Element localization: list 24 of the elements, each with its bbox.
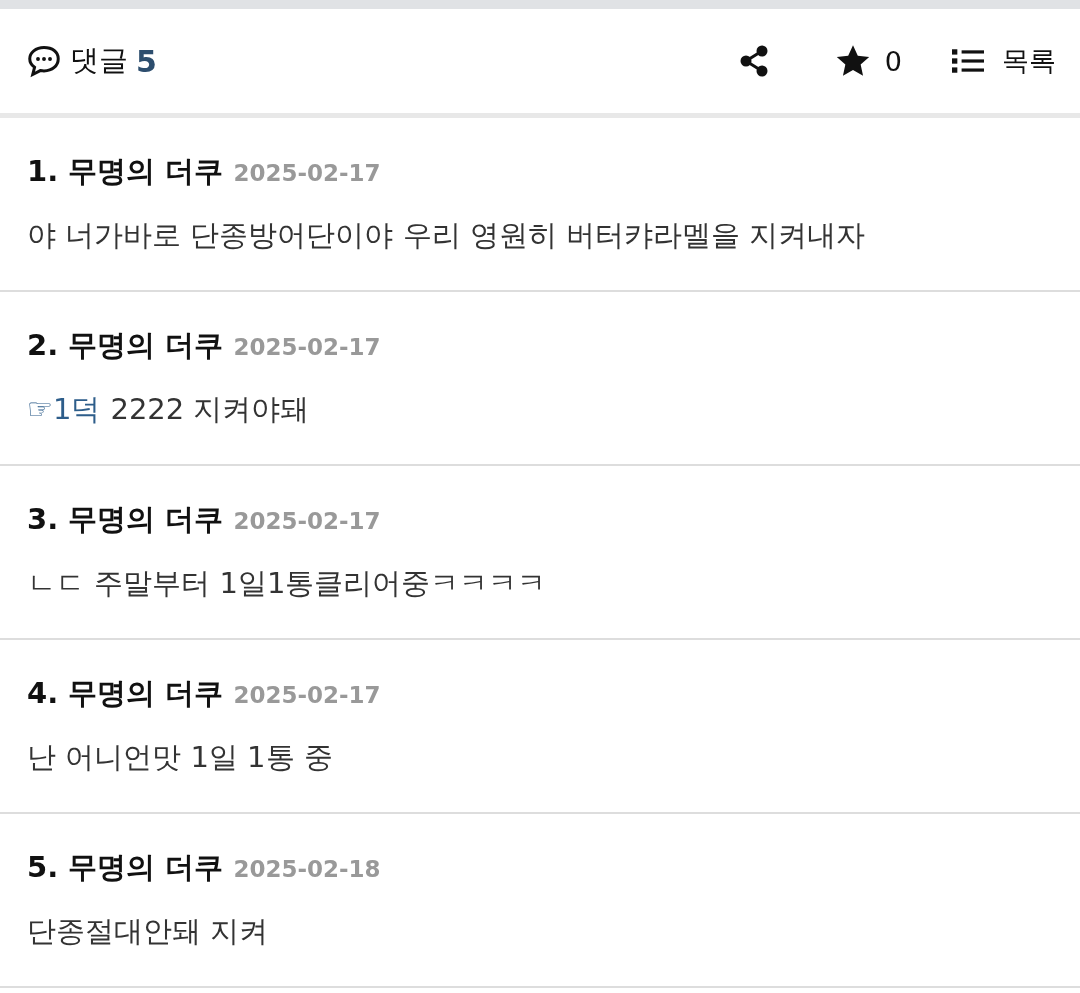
star-button[interactable]: 0 [834,43,902,79]
comment-date: 2025-02-17 [233,682,381,708]
comments-label: 댓글 [70,42,128,79]
star-icon [834,43,871,79]
comment-text: 단종절대안돼 지켜 [27,914,269,948]
list-button[interactable]: 목록 [952,43,1056,79]
comment-date: 2025-02-17 [233,334,381,360]
comment-text: 난 어니언맛 1일 1통 중 [27,740,333,774]
comment-text: ㄴㄷ 주말부터 1일1통클리어중ㅋㅋㅋㅋ [27,566,547,600]
comment-author: 3. 무명의 더쿠 [27,501,224,538]
comment-author: 1. 무명의 더쿠 [27,153,224,190]
comment-icon [26,43,62,79]
comment-author: 2. 무명의 더쿠 [27,327,224,364]
comment-author: 4. 무명의 더쿠 [27,675,224,712]
comment-date: 2025-02-17 [233,508,381,534]
comment-date: 2025-02-18 [233,856,381,882]
comment-date: 2025-02-17 [233,160,381,186]
comment-text: 2222 지켜야돼 [110,392,310,426]
comment-text: 야 너가바로 단종방어단이야 우리 영원히 버터캬라멜을 지켜내자 [27,218,866,252]
list-icon [952,48,984,74]
share-icon[interactable] [738,45,769,77]
comment-count: 5 [136,43,157,79]
comment-author: 5. 무명의 더쿠 [27,849,224,886]
reply-link[interactable]: ☞1덕 [27,392,101,426]
